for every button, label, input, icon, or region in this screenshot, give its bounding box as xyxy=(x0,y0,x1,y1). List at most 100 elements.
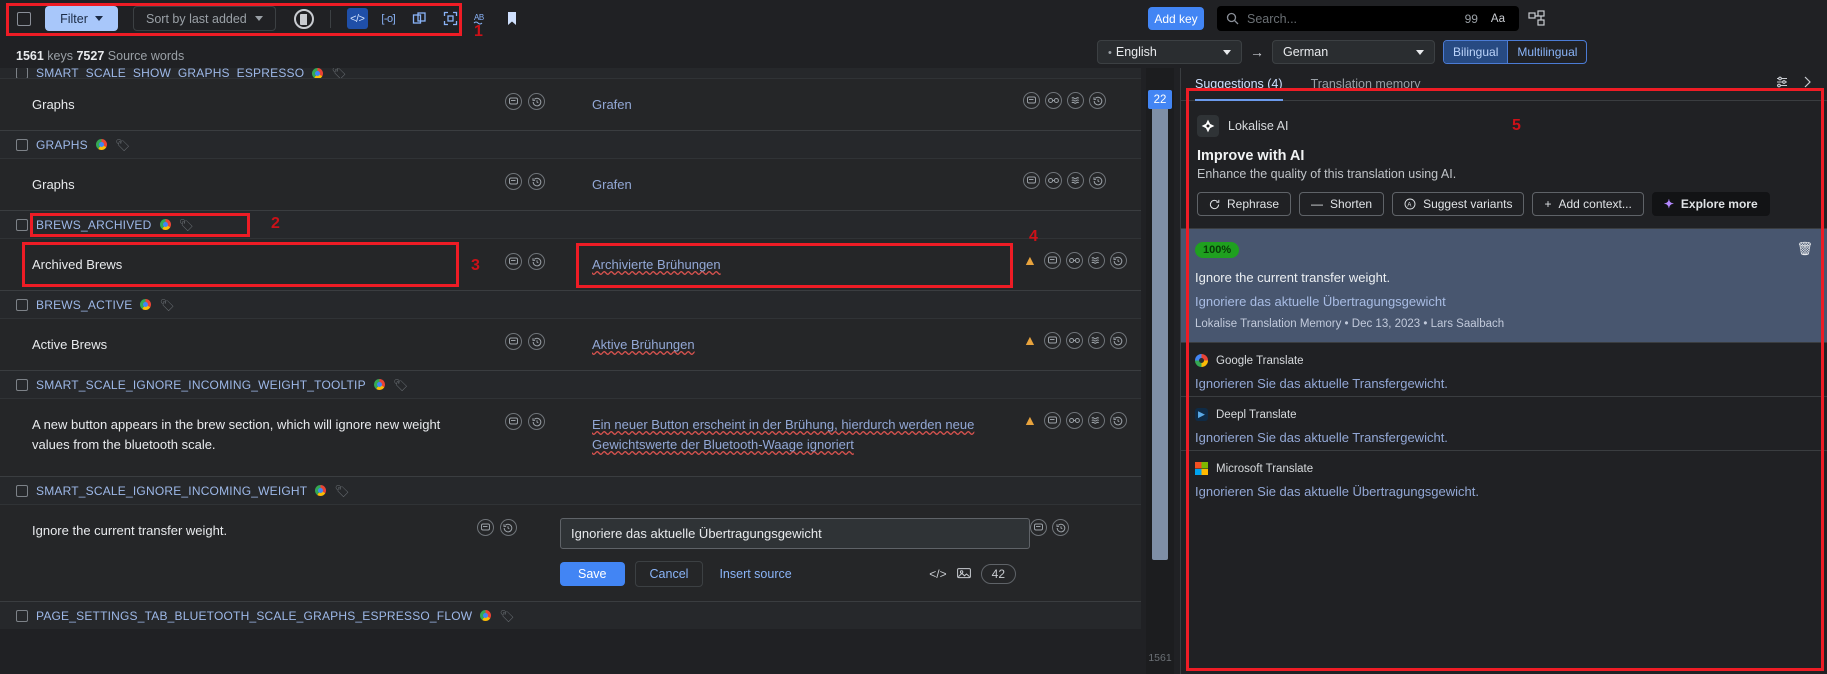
history-icon[interactable] xyxy=(1089,92,1106,109)
explore-more-button[interactable]: ✦ Explore more xyxy=(1652,192,1770,216)
tab-bilingual[interactable]: Bilingual xyxy=(1444,41,1507,63)
mt-suggestion-deepl[interactable]: ▶ Deepl Translate Ignorieren Sie das akt… xyxy=(1181,396,1827,450)
panel-settings-icon[interactable] xyxy=(1775,75,1789,94)
mt-suggestion-microsoft[interactable]: Microsoft Translate Ignorieren Sie das a… xyxy=(1181,450,1827,504)
source-text[interactable]: Ignore the current transfer weight. xyxy=(0,505,477,587)
history-icon[interactable] xyxy=(528,93,545,110)
row-checkbox[interactable] xyxy=(16,379,28,391)
table-row-key-header[interactable]: SMART_SCALE_IGNORE_INCOMING_WEIGHT 🏷 xyxy=(0,476,1141,504)
table-row-key-header[interactable]: SMART_SCALE_SHOW_GRAPHS_ESPRESSO 🏷 xyxy=(0,68,1141,78)
target-text[interactable]: Archivierte Brühungen xyxy=(592,257,721,272)
table-row[interactable]: A new button appears in the brew section… xyxy=(0,398,1141,476)
select-all-checkbox[interactable] xyxy=(17,12,31,26)
table-row-key-header[interactable]: BREWS_ARCHIVED 🏷 xyxy=(0,210,1141,238)
history-icon[interactable] xyxy=(1052,519,1069,536)
history-icon[interactable] xyxy=(1110,412,1127,429)
code-tags-icon[interactable]: </> xyxy=(929,567,946,581)
code-tags-icon[interactable]: </> xyxy=(347,8,368,29)
mt-translation-text[interactable]: Ignorieren Sie das aktuelle Transfergewi… xyxy=(1195,376,1813,391)
machine-translate-icon[interactable] xyxy=(1066,252,1083,269)
warning-icon[interactable]: ▲ xyxy=(1023,333,1037,347)
table-row-key-header[interactable]: PAGE_SETTINGS_TAB_BLUETOOTH_SCALE_GRAPHS… xyxy=(0,601,1141,629)
segments-icon[interactable] xyxy=(1067,172,1084,189)
target-cell[interactable]: Ein neuer Button erscheint in der Brühun… xyxy=(570,399,1023,476)
search-input[interactable]: Search... xyxy=(1247,12,1457,26)
save-button[interactable]: Save xyxy=(560,562,625,586)
add-context-button[interactable]: + Add context... xyxy=(1532,192,1643,216)
bookmark-icon[interactable] xyxy=(502,8,523,29)
translation-input[interactable]: Ignoriere das aktuelle Übertragungsgewic… xyxy=(560,518,1030,549)
row-checkbox[interactable] xyxy=(16,610,28,622)
source-text[interactable]: Graphs xyxy=(0,159,505,210)
panel-collapse-icon[interactable] xyxy=(1801,75,1813,94)
history-icon[interactable] xyxy=(1110,332,1127,349)
history-icon[interactable] xyxy=(528,173,545,190)
segments-icon[interactable] xyxy=(1067,92,1084,109)
comment-icon[interactable] xyxy=(1023,172,1040,189)
rephrase-button[interactable]: Rephrase xyxy=(1197,192,1291,216)
table-row-editing[interactable]: Ignore the current transfer weight. Igno… xyxy=(0,504,1141,601)
duplicate-icon[interactable] xyxy=(409,8,430,29)
row-checkbox[interactable] xyxy=(16,139,28,151)
comment-icon[interactable] xyxy=(505,253,522,270)
scroll-rail[interactable]: 22 1561 xyxy=(1146,68,1174,674)
screenshot-icon[interactable] xyxy=(957,567,971,582)
comment-icon[interactable] xyxy=(505,93,522,110)
fullscreen-icon[interactable] xyxy=(440,8,461,29)
tm-target-text[interactable]: Ignoriere das aktuelle Übertragungsgewic… xyxy=(1195,294,1813,309)
source-text[interactable]: Active Brews xyxy=(0,319,505,370)
table-row-key-header[interactable]: BREWS_ACTIVE 🏷 xyxy=(0,290,1141,318)
comment-icon[interactable] xyxy=(1044,412,1061,429)
comment-icon[interactable] xyxy=(1023,92,1040,109)
tab-suggestions[interactable]: Suggestions (4) xyxy=(1195,68,1283,101)
warning-icon[interactable]: ▲ xyxy=(1023,253,1037,267)
tab-multilingual[interactable]: Multilingual xyxy=(1507,41,1586,63)
cancel-button[interactable]: Cancel xyxy=(635,561,704,587)
delete-icon[interactable]: 🗑 xyxy=(1796,241,1813,257)
machine-translate-icon[interactable] xyxy=(1045,172,1062,189)
history-icon[interactable] xyxy=(528,253,545,270)
comment-icon[interactable] xyxy=(1044,332,1061,349)
target-text[interactable]: Grafen xyxy=(570,159,1023,210)
comment-icon[interactable] xyxy=(1044,252,1061,269)
history-icon[interactable] xyxy=(1089,172,1106,189)
target-language-select[interactable]: German xyxy=(1272,40,1435,64)
history-icon[interactable] xyxy=(528,333,545,350)
project-circle-icon[interactable] xyxy=(294,9,314,29)
mt-suggestion-google[interactable]: Google Translate Ignorieren Sie das aktu… xyxy=(1181,342,1827,396)
segments-icon[interactable] xyxy=(1088,332,1105,349)
suggest-variants-button[interactable]: A Suggest variants xyxy=(1392,192,1524,216)
history-icon[interactable] xyxy=(528,413,545,430)
target-text[interactable]: Aktive Brühungen xyxy=(592,337,695,352)
filter-button[interactable]: Filter xyxy=(45,6,118,31)
machine-translate-icon[interactable] xyxy=(1066,332,1083,349)
comment-icon[interactable] xyxy=(505,173,522,190)
comment-icon[interactable] xyxy=(1030,519,1047,536)
source-text[interactable]: Archived Brews xyxy=(0,239,505,290)
history-icon[interactable] xyxy=(500,519,517,536)
segments-icon[interactable] xyxy=(1088,252,1105,269)
mt-translation-text[interactable]: Ignorieren Sie das aktuelle Übertragungs… xyxy=(1195,484,1813,499)
shorten-button[interactable]: — Shorten xyxy=(1299,192,1384,216)
row-checkbox[interactable] xyxy=(16,485,28,497)
target-cell[interactable]: Archivierte Brühungen xyxy=(570,239,1023,290)
table-row[interactable]: Archived Brews Archivierte Brühungen ▲ xyxy=(0,238,1141,290)
table-row[interactable]: Graphs Grafen xyxy=(0,158,1141,210)
comment-icon[interactable] xyxy=(505,413,522,430)
table-row-key-header[interactable]: SMART_SCALE_IGNORE_INCOMING_WEIGHT_TOOLT… xyxy=(0,370,1141,398)
scrollbar-thumb[interactable] xyxy=(1152,90,1168,560)
tab-translation-memory[interactable]: Translation memory xyxy=(1311,68,1421,101)
history-icon[interactable] xyxy=(1110,252,1127,269)
expand-panel-icon[interactable] xyxy=(1528,10,1546,28)
placeholder-brackets-icon[interactable]: [-o] xyxy=(378,8,399,29)
source-text[interactable]: A new button appears in the brew section… xyxy=(0,399,505,476)
translation-memory-card[interactable]: 100% 🗑 Ignore the current transfer weigh… xyxy=(1181,228,1827,342)
comment-icon[interactable] xyxy=(505,333,522,350)
table-row[interactable]: Active Brews Aktive Brühungen ▲ xyxy=(0,318,1141,370)
row-checkbox[interactable] xyxy=(16,68,28,78)
mt-translation-text[interactable]: Ignorieren Sie das aktuelle Transfergewi… xyxy=(1195,430,1813,445)
machine-translate-icon[interactable] xyxy=(1066,412,1083,429)
insert-source-button[interactable]: Insert source xyxy=(713,562,797,586)
warning-icon[interactable]: ▲ xyxy=(1023,413,1037,427)
machine-translate-icon[interactable] xyxy=(1045,92,1062,109)
